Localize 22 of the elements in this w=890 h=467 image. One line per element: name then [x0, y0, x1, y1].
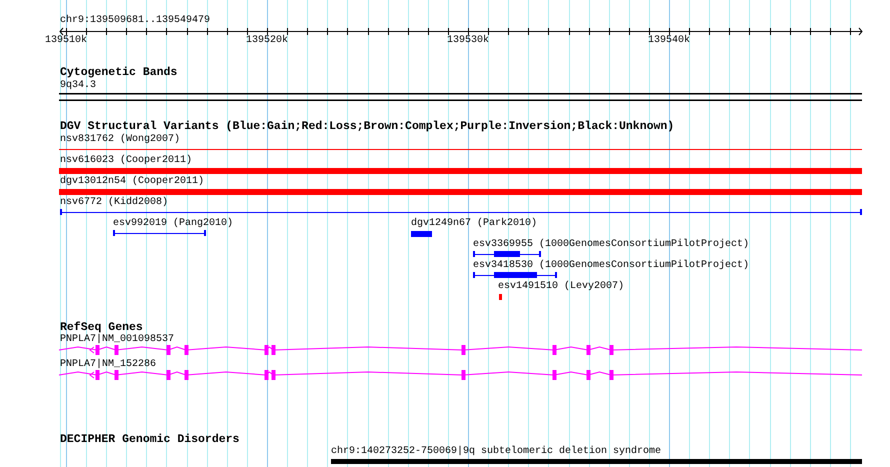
track-title: Cytogenetic Bands — [60, 66, 178, 79]
feature-label: PNPLA7|NM_001098537 — [60, 334, 174, 346]
feature-label: esv992019 (Pang2010) — [113, 218, 234, 230]
ruler-label: 139540k — [648, 35, 690, 47]
feature-label: nsv616023 (Cooper2011) — [60, 155, 192, 167]
track-title: DGV Structural Variants (Blue:Gain;Red:Loss;Brown:Complex;Purple:Inversion;Black:Unknown) — [60, 120, 674, 133]
track-title: DECIPHER Genomic Disorders — [60, 433, 240, 446]
feature-label: dgv1249n67 (Park2010) — [411, 218, 538, 230]
feature-label: nsv6772 (Kidd2008) — [60, 197, 168, 209]
ruler-label: 139510k — [45, 35, 87, 47]
feature-label: esv3418530 (1000GenomesConsortiumPilotProject) — [473, 260, 750, 272]
feature-label: 9q34.3 — [60, 80, 96, 92]
feature-label: esv3369955 (1000GenomesConsortiumPilotProject) — [473, 239, 750, 251]
feature-label: PNPLA7|NM_152286 — [60, 359, 156, 371]
feature-label: nsv831762 (Wong2007) — [60, 134, 180, 146]
feature-label: esv1491510 (Levy2007) — [498, 281, 624, 293]
ruler-label: 139530k — [447, 35, 489, 47]
track-title: RefSeq Genes — [60, 321, 143, 334]
feature-label: dgv13012n54 (Cooper2011) — [60, 176, 204, 188]
feature-label: chr9:140273252-750069|9q subtelomeric deletion syndrome — [331, 446, 662, 458]
ruler-label: 139520k — [246, 35, 288, 47]
ruler-title: chr9:139509681..139549479 — [60, 15, 210, 27]
